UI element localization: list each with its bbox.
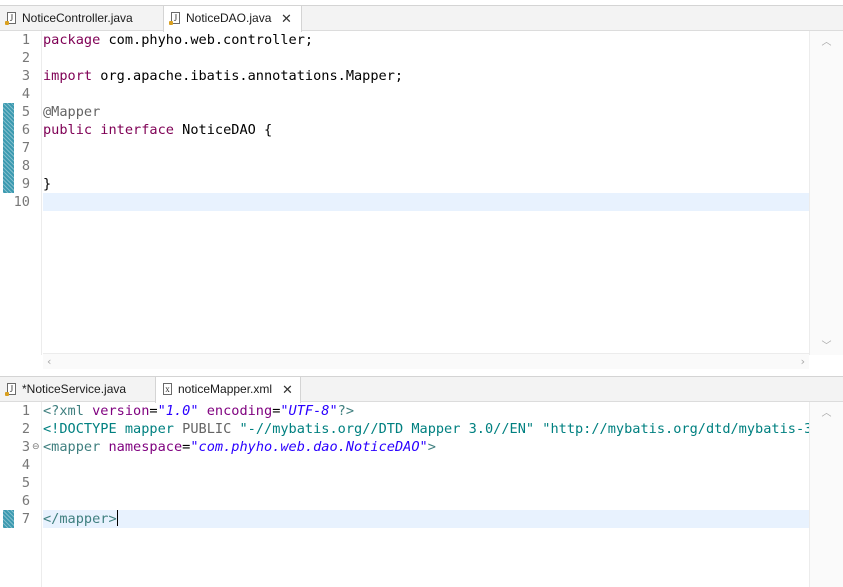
line-number: 1 bbox=[21, 403, 30, 419]
code-text: org.apache.ibatis.annotations.Mapper; bbox=[92, 68, 404, 84]
line-number: 3 bbox=[21, 439, 30, 455]
scroll-left-icon[interactable]: ‹ bbox=[47, 355, 51, 368]
code-line[interactable]: public interface NoticeDAO { bbox=[43, 121, 809, 139]
xml-tag: > bbox=[427, 439, 436, 455]
java-file-icon: J bbox=[5, 12, 16, 25]
tab-notice-controller[interactable]: J NoticeController.java bbox=[0, 6, 163, 31]
close-icon[interactable]: ✕ bbox=[282, 377, 293, 402]
tab-label: NoticeController.java bbox=[22, 11, 133, 25]
line-number: 6 bbox=[21, 493, 30, 509]
line-number: 8 bbox=[21, 158, 30, 174]
current-line-highlight[interactable]: </mapper> bbox=[43, 510, 809, 528]
java-editor[interactable]: 1 2 3 4 5 6 7 8 9 10 package com.phyho.w… bbox=[0, 31, 843, 369]
scroll-up-icon[interactable]: ︿ bbox=[810, 33, 843, 48]
line-number: 3 bbox=[21, 68, 30, 84]
keyword: import bbox=[43, 68, 93, 84]
line-number-gutter: 1 2 3 4 5 6 7 8 9 10 bbox=[0, 31, 42, 355]
xml-decl: <?xml bbox=[43, 403, 84, 419]
fold-collapse-icon[interactable]: ⊖ bbox=[32, 438, 40, 456]
xml-tag: </mapper> bbox=[43, 511, 117, 527]
bottom-tab-bar: J *NoticeService.java x noticeMapper.xml… bbox=[0, 376, 843, 403]
keyword: package bbox=[43, 32, 101, 48]
code-line[interactable]: import org.apache.ibatis.annotations.Map… bbox=[43, 67, 809, 85]
line-number: 6 bbox=[21, 122, 30, 138]
java-file-icon: J bbox=[169, 12, 180, 25]
xml-tag: <mapper bbox=[43, 439, 101, 455]
xml-string: "1.0" bbox=[157, 403, 199, 419]
horizontal-scrollbar[interactable]: ‹ › bbox=[43, 353, 809, 369]
code-line[interactable]: } bbox=[43, 175, 809, 193]
line-number: 7 bbox=[21, 140, 30, 156]
vertical-scrollbar[interactable]: ︿ bbox=[809, 402, 843, 587]
code-line[interactable]: <mapper namespace="com.phyho.web.dao.Not… bbox=[43, 438, 809, 456]
doctype-public: PUBLIC bbox=[182, 421, 232, 437]
tab-label: *NoticeService.java bbox=[22, 382, 127, 396]
code-area[interactable]: package com.phyho.web.controller; import… bbox=[43, 31, 809, 355]
top-tab-bar: J NoticeController.java J NoticeDAO.java… bbox=[0, 5, 843, 32]
xml-file-icon: x bbox=[163, 383, 172, 395]
annotation: @Mapper bbox=[43, 104, 101, 120]
tab-notice-dao[interactable]: J NoticeDAO.java ✕ bbox=[163, 6, 302, 32]
code-line[interactable]: @Mapper bbox=[43, 103, 809, 121]
line-number: 10 bbox=[13, 194, 30, 210]
xml-attr: encoding bbox=[206, 403, 273, 419]
code-text: } bbox=[43, 176, 52, 192]
xml-attr: namespace bbox=[108, 439, 183, 455]
keyword: public bbox=[43, 122, 93, 138]
top-editor-pane: J NoticeController.java J NoticeDAO.java… bbox=[0, 5, 843, 372]
vertical-scrollbar[interactable]: ︿ ﹀ bbox=[809, 31, 843, 355]
line-number: 9 bbox=[21, 176, 30, 192]
scroll-down-icon[interactable]: ﹀ bbox=[810, 337, 843, 352]
scroll-up-icon[interactable]: ︿ bbox=[810, 404, 843, 419]
xml-attr: version bbox=[92, 403, 150, 419]
xml-string: "UTF-8" bbox=[280, 403, 338, 419]
java-file-icon: J bbox=[5, 383, 16, 396]
tab-label: NoticeDAO.java bbox=[186, 11, 272, 25]
line-number: 7 bbox=[21, 511, 30, 527]
doctype: <!DOCTYPE bbox=[43, 421, 117, 437]
code-text: com.phyho.web.controller; bbox=[100, 32, 314, 48]
code-line[interactable]: <!DOCTYPE mapper PUBLIC "-//mybatis.org/… bbox=[43, 420, 809, 438]
code-area[interactable]: <?xml version="1.0" encoding="UTF-8"?> <… bbox=[43, 402, 809, 587]
tab-notice-mapper[interactable]: x noticeMapper.xml ✕ bbox=[155, 377, 301, 403]
line-number: 4 bbox=[21, 86, 30, 102]
xml-decl: ?> bbox=[337, 403, 355, 419]
keyword: interface bbox=[100, 122, 174, 138]
line-number: 4 bbox=[21, 457, 30, 473]
tab-label: noticeMapper.xml bbox=[178, 382, 273, 396]
close-icon[interactable]: ✕ bbox=[281, 6, 292, 31]
bottom-editor-pane: J *NoticeService.java x noticeMapper.xml… bbox=[0, 376, 843, 587]
line-number: 5 bbox=[21, 475, 30, 491]
current-line-highlight[interactable] bbox=[43, 193, 809, 211]
doctype-name: mapper bbox=[124, 421, 174, 437]
line-number: 2 bbox=[21, 50, 30, 66]
line-number-gutter: 1 2 3 ⊖ 4 5 6 7 bbox=[0, 402, 42, 587]
scroll-right-icon[interactable]: › bbox=[801, 355, 805, 368]
code-text: NoticeDAO { bbox=[173, 122, 273, 138]
line-number: 1 bbox=[21, 32, 30, 48]
xml-editor[interactable]: 1 2 3 ⊖ 4 5 6 7 <?xml version="1.0" enco… bbox=[0, 402, 843, 587]
doctype-ids: "-//mybatis.org//DTD Mapper 3.0//EN" "ht… bbox=[239, 421, 809, 437]
line-number: 2 bbox=[21, 421, 30, 437]
xml-string: "com.phyho.web.dao.NoticeDAO" bbox=[190, 439, 428, 455]
code-line[interactable]: package com.phyho.web.controller; bbox=[43, 31, 809, 49]
line-number: 5 bbox=[21, 104, 30, 120]
code-line[interactable]: <?xml version="1.0" encoding="UTF-8"?> bbox=[43, 402, 809, 420]
tab-notice-service[interactable]: J *NoticeService.java bbox=[0, 377, 155, 402]
text-caret bbox=[116, 510, 119, 526]
